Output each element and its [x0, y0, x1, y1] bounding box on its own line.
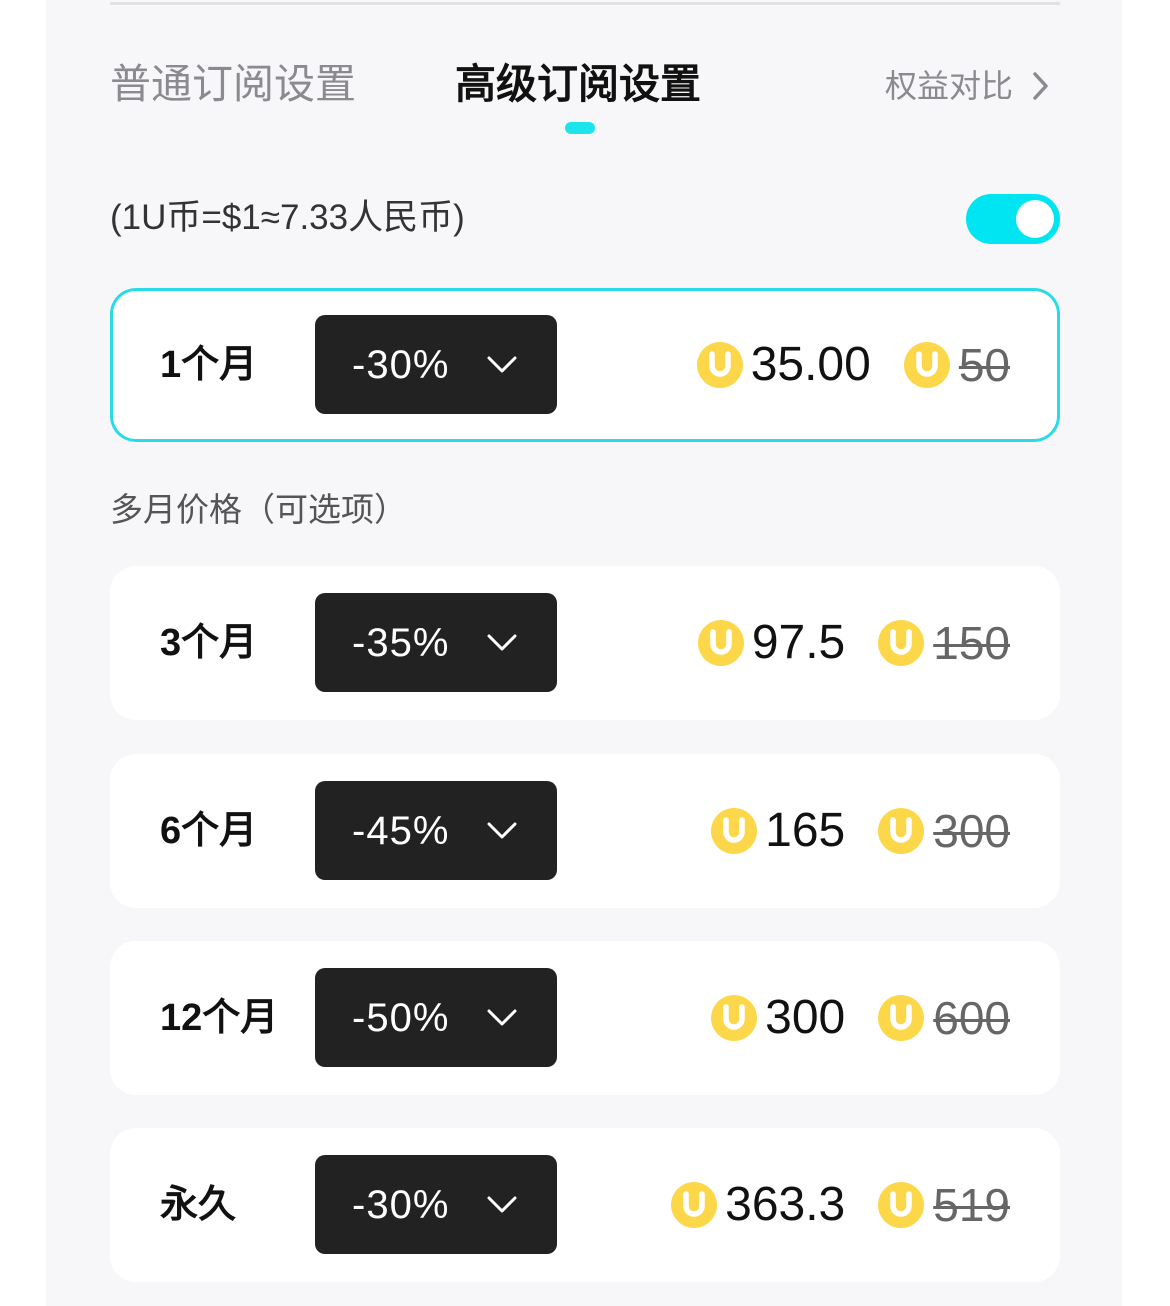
- discount-value: -50%: [352, 995, 450, 1040]
- u-coin-icon: [696, 342, 743, 388]
- u-coin-icon: [711, 995, 758, 1041]
- active-tab-indicator: [565, 122, 595, 134]
- benefits-compare-link[interactable]: 权益对比: [885, 64, 1049, 108]
- u-coin-icon: [878, 1182, 925, 1228]
- tab-premium-subscription[interactable]: 高级订阅设置: [455, 58, 701, 110]
- u-coin-icon: [711, 808, 758, 854]
- original-price: 50: [958, 339, 1010, 391]
- price-group: 35.00 50: [696, 337, 1010, 393]
- toggle-knob: [1016, 200, 1054, 238]
- discount-dropdown[interactable]: -50%: [315, 968, 557, 1067]
- plan-card-1-month[interactable]: 1个月 -30% 35.00 50: [110, 288, 1060, 442]
- exchange-rate-text: (1U币=$1≈7.33人民币): [110, 198, 465, 237]
- current-price: 35.00: [750, 338, 871, 391]
- discount-dropdown[interactable]: -30%: [315, 1155, 557, 1254]
- discount-dropdown[interactable]: -35%: [315, 593, 557, 692]
- current-price: 363.3: [725, 1178, 846, 1231]
- plan-card-6-months[interactable]: 6个月 -45% 165 300: [110, 754, 1060, 908]
- discount-dropdown[interactable]: -30%: [315, 315, 557, 414]
- plan-card-3-months[interactable]: 3个月 -35% 97.5 150: [110, 566, 1060, 720]
- chevron-down-icon: [487, 822, 517, 839]
- benefits-compare-label: 权益对比: [885, 68, 1014, 104]
- u-coin-icon: [903, 342, 950, 388]
- tab-normal-subscription[interactable]: 普通订阅设置: [110, 58, 356, 110]
- plan-period: 6个月: [160, 810, 258, 852]
- top-divider: [110, 2, 1060, 5]
- plan-period: 3个月: [160, 622, 258, 664]
- chevron-down-icon: [487, 356, 517, 373]
- chevron-down-icon: [487, 1196, 517, 1213]
- plan-period: 1个月: [160, 344, 258, 386]
- price-group: 363.3 519: [671, 1177, 1010, 1233]
- discount-value: -45%: [352, 808, 450, 853]
- current-price: 300: [765, 991, 846, 1044]
- discount-dropdown[interactable]: -45%: [315, 781, 557, 880]
- plan-period: 12个月: [160, 997, 279, 1039]
- original-price: 150: [933, 617, 1010, 669]
- original-price: 300: [933, 805, 1010, 857]
- discount-value: -30%: [352, 342, 450, 387]
- premium-toggle[interactable]: [966, 194, 1060, 244]
- plan-period: 永久: [160, 1184, 237, 1226]
- chevron-right-icon: [1033, 72, 1048, 100]
- u-coin-icon: [878, 995, 925, 1041]
- u-coin-icon: [878, 808, 925, 854]
- original-price: 519: [933, 1179, 1010, 1231]
- current-price: 165: [765, 804, 846, 857]
- plan-card-permanent[interactable]: 永久 -30% 363.3 519: [110, 1128, 1060, 1282]
- u-coin-icon: [878, 620, 925, 666]
- price-group: 300 600: [711, 990, 1010, 1046]
- price-group: 97.5 150: [697, 615, 1010, 671]
- u-coin-icon: [697, 620, 744, 666]
- chevron-down-icon: [487, 634, 517, 651]
- multi-month-label: 多月价格（可选项）: [110, 491, 407, 528]
- current-price: 97.5: [751, 616, 846, 669]
- original-price: 600: [933, 992, 1010, 1044]
- u-coin-icon: [671, 1182, 718, 1228]
- chevron-down-icon: [487, 1009, 517, 1026]
- price-group: 165 300: [711, 803, 1010, 859]
- plan-card-12-months[interactable]: 12个月 -50% 300 600: [110, 941, 1060, 1095]
- discount-value: -30%: [352, 1182, 450, 1227]
- discount-value: -35%: [352, 620, 450, 665]
